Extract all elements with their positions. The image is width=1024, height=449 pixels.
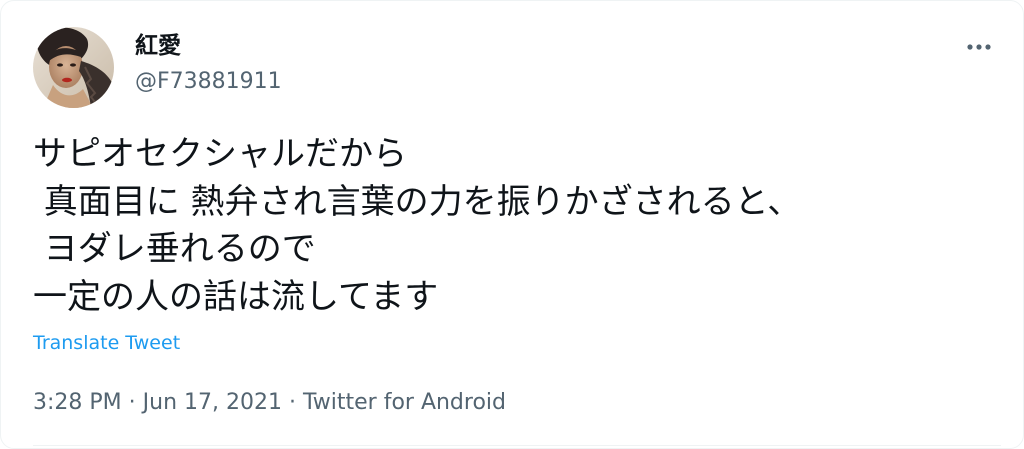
tweet-metadata: 3:28 PM · Jun 17, 2021 · Twitter for And… <box>33 387 506 419</box>
meta-separator: · <box>281 390 303 415</box>
more-options-button[interactable] <box>957 29 1001 65</box>
tweet-time[interactable]: 3:28 PM <box>33 390 122 415</box>
tweet-date[interactable]: Jun 17, 2021 <box>143 390 282 415</box>
tweet-card: 紅愛 @F73881911 サピオセクシャルだから 真面目に 熱弁され言葉の力を… <box>0 0 1024 449</box>
display-name[interactable]: 紅愛 <box>135 31 181 61</box>
tweet-text: サピオセクシャルだから 真面目に 熱弁され言葉の力を振りかざされると、 ヨダレ垂… <box>33 134 802 317</box>
user-handle[interactable]: @F73881911 <box>135 67 282 97</box>
divider <box>33 445 1001 446</box>
avatar[interactable] <box>33 27 114 108</box>
avatar-photo <box>33 27 114 108</box>
tweet-source[interactable]: Twitter for Android <box>303 390 506 415</box>
translate-tweet-link[interactable]: Translate Tweet <box>33 330 180 356</box>
more-horizontal-icon <box>967 44 991 50</box>
meta-separator: · <box>121 390 143 415</box>
